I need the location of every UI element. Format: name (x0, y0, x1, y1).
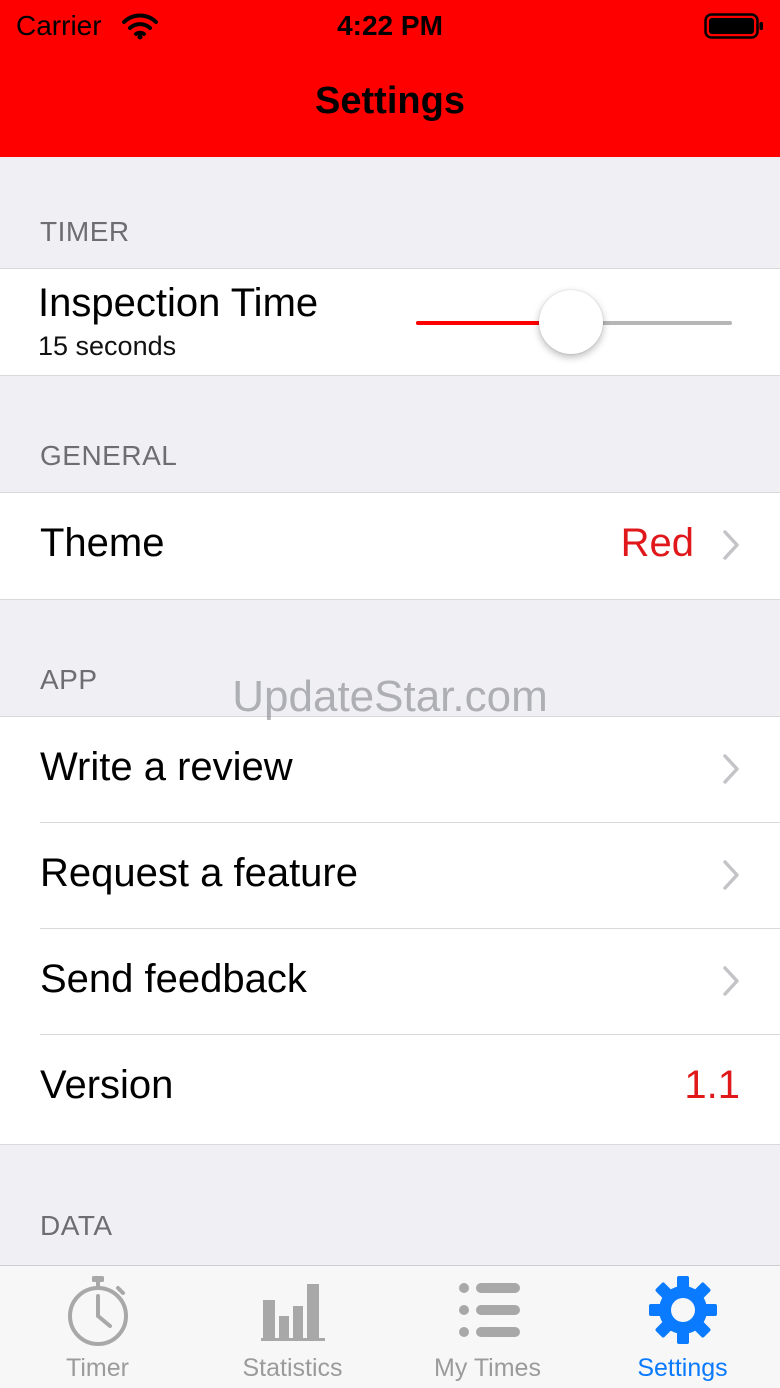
timer-group: Inspection Time 15 seconds (0, 268, 780, 376)
chevron-right-icon (723, 860, 739, 890)
inspection-time-slider[interactable] (416, 289, 732, 355)
gear-icon (648, 1276, 717, 1344)
theme-value: Red (620, 521, 694, 565)
list-icon (458, 1283, 520, 1337)
write-review-label: Write a review (40, 745, 293, 789)
tab-label-statistics: Statistics (242, 1354, 343, 1382)
request-feature-label: Request a feature (40, 851, 358, 895)
section-header-app: APP (40, 664, 98, 695)
chevron-right-icon (723, 966, 739, 996)
tab-label-settings: Settings (637, 1354, 728, 1382)
write-review-row[interactable]: Write a review (0, 717, 780, 823)
general-group: Theme Red (0, 492, 780, 600)
section-header-data: DATA (40, 1210, 113, 1241)
page-title: Settings (315, 80, 465, 122)
inspection-time-value: 15 seconds (38, 331, 177, 361)
section-header-timer: TIMER (40, 216, 130, 247)
navigation-header: Carrier 4:22 PM Settings (0, 0, 780, 157)
chevron-right-icon (723, 754, 739, 784)
status-time: 4:22 PM (337, 10, 443, 41)
tab-my-times[interactable]: My Times (390, 1266, 585, 1388)
app-group: Write a review Request a feature Send fe… (0, 716, 780, 1145)
send-feedback-label: Send feedback (40, 957, 307, 1001)
theme-row[interactable]: Theme Red (0, 493, 780, 599)
section-header-general: GENERAL (40, 440, 178, 471)
watermark: UpdateStar.com (232, 672, 548, 721)
slider-thumb[interactable] (539, 290, 603, 354)
tab-label-timer: Timer (66, 1354, 129, 1382)
request-feature-row[interactable]: Request a feature (0, 822, 780, 929)
send-feedback-row[interactable]: Send feedback (0, 928, 780, 1035)
stopwatch-icon (67, 1276, 128, 1346)
tab-label-my-times: My Times (434, 1354, 541, 1382)
status-bar: Carrier 4:22 PM (0, 0, 780, 54)
tab-statistics[interactable]: Statistics (195, 1266, 390, 1388)
version-value: 1.1 (684, 1063, 740, 1107)
tab-settings[interactable]: Settings (585, 1266, 780, 1388)
chevron-right-icon (723, 530, 739, 560)
bar-chart-icon (260, 1284, 325, 1341)
version-row: Version 1.1 (0, 1034, 780, 1141)
theme-label: Theme (40, 521, 165, 565)
battery-icon (704, 13, 763, 39)
version-label: Version (40, 1063, 174, 1107)
tab-bar: Timer Statistics My Times Settings (0, 1265, 780, 1388)
tab-timer[interactable]: Timer (0, 1266, 195, 1388)
inspection-time-label: Inspection Time (38, 281, 319, 325)
inspection-time-row: Inspection Time 15 seconds (0, 269, 780, 375)
